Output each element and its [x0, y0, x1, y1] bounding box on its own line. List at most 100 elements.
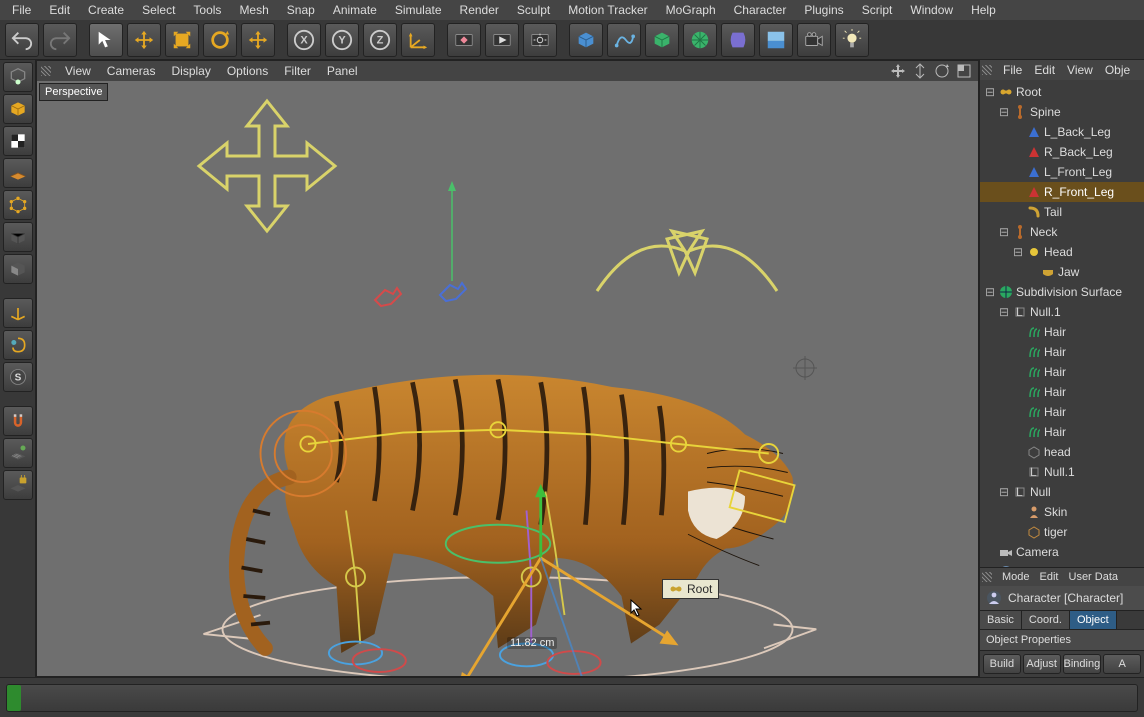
- menu-file[interactable]: File: [4, 1, 39, 19]
- expand-toggle[interactable]: ⊟: [984, 285, 996, 299]
- tree-item-neck[interactable]: ⊟Neck: [980, 222, 1144, 242]
- menu-render[interactable]: Render: [452, 1, 507, 19]
- undo-button[interactable]: [5, 23, 39, 57]
- menu-animate[interactable]: Animate: [325, 1, 385, 19]
- menu-plugins[interactable]: Plugins: [796, 1, 851, 19]
- locked-workplane-button[interactable]: [3, 470, 33, 500]
- menu-window[interactable]: Window: [902, 1, 961, 19]
- viewport-menu-filter[interactable]: Filter: [276, 62, 319, 80]
- attr-button-build[interactable]: Build: [983, 654, 1021, 674]
- subdiv-button[interactable]: [683, 23, 717, 57]
- snap-toggle-button[interactable]: S: [3, 362, 33, 392]
- model-mode-button[interactable]: [3, 94, 33, 124]
- menu-select[interactable]: Select: [134, 1, 183, 19]
- expand-toggle[interactable]: ⊟: [984, 85, 996, 99]
- tree-item-head[interactable]: ⊟Head: [980, 242, 1144, 262]
- attr-button-binding[interactable]: Binding: [1063, 654, 1102, 674]
- redo-button[interactable]: [43, 23, 77, 57]
- timeline-playhead[interactable]: [7, 685, 21, 711]
- axis-button[interactable]: [3, 298, 33, 328]
- tree-item-skin[interactable]: Skin: [980, 502, 1144, 522]
- maximize-view-icon[interactable]: [956, 63, 972, 79]
- head-rotate-controller[interactable]: [577, 221, 797, 331]
- timeline-track[interactable]: [6, 684, 1138, 712]
- orbit-view-icon[interactable]: [934, 63, 950, 79]
- menu-mesh[interactable]: Mesh: [231, 1, 276, 19]
- tree-item-tiger[interactable]: tiger: [980, 522, 1144, 542]
- viewport-solo-button[interactable]: [3, 330, 33, 360]
- tree-item-r_front_leg[interactable]: R_Front_Leg: [980, 182, 1144, 202]
- attr-tab-basic[interactable]: Basic: [980, 611, 1022, 629]
- expand-toggle[interactable]: ⊟: [998, 485, 1010, 499]
- objmgr-menu-obje[interactable]: Obje: [1099, 61, 1136, 79]
- workplane-snap-button[interactable]: [3, 438, 33, 468]
- menu-sculpt[interactable]: Sculpt: [509, 1, 558, 19]
- edge-mode-button[interactable]: [3, 222, 33, 252]
- tree-item-hair[interactable]: Hair: [980, 402, 1144, 422]
- menu-script[interactable]: Script: [854, 1, 901, 19]
- tree-item-camera[interactable]: Camera: [980, 542, 1144, 562]
- tree-item-spine[interactable]: ⊟Spine: [980, 102, 1144, 122]
- menu-mograph[interactable]: MoGraph: [658, 1, 724, 19]
- objmgr-menu-file[interactable]: File: [997, 61, 1028, 79]
- tree-item-hair[interactable]: Hair: [980, 342, 1144, 362]
- drag-handle-icon[interactable]: [41, 66, 51, 76]
- tree-item-hair[interactable]: Hair: [980, 322, 1144, 342]
- tree-item-l_front_leg[interactable]: L_Front_Leg: [980, 162, 1144, 182]
- attr-menu-user-data[interactable]: User Data: [1064, 570, 1124, 584]
- tree-item-r_back_leg[interactable]: R_Back_Leg: [980, 142, 1144, 162]
- attr-tab-object[interactable]: Object: [1070, 611, 1117, 629]
- move-view-icon[interactable]: [890, 63, 906, 79]
- attr-button-adjust[interactable]: Adjust: [1023, 654, 1061, 674]
- generator-button[interactable]: [645, 23, 679, 57]
- deformer-button[interactable]: [721, 23, 755, 57]
- tree-item-subdivision-surface[interactable]: ⊟Subdivision Surface: [980, 282, 1144, 302]
- object-tree[interactable]: ⊟Root⊟SpineL_Back_LegR_Back_LegL_Front_L…: [980, 80, 1144, 567]
- objmgr-menu-view[interactable]: View: [1061, 61, 1099, 79]
- make-editable-button[interactable]: [3, 62, 33, 92]
- tree-item-hair[interactable]: Hair: [980, 382, 1144, 402]
- polygon-mode-button[interactable]: [3, 254, 33, 284]
- viewport-menu-panel[interactable]: Panel: [319, 62, 366, 80]
- menu-motion-tracker[interactable]: Motion Tracker: [560, 1, 655, 19]
- x-axis-lock[interactable]: X: [287, 23, 321, 57]
- expand-toggle[interactable]: ⊟: [998, 225, 1010, 239]
- tree-item-hair[interactable]: Hair: [980, 422, 1144, 442]
- tree-item-l_back_leg[interactable]: L_Back_Leg: [980, 122, 1144, 142]
- move-tool[interactable]: [127, 23, 161, 57]
- zoom-view-icon[interactable]: [912, 63, 928, 79]
- spline-button[interactable]: [607, 23, 641, 57]
- viewport-menu-display[interactable]: Display: [163, 62, 218, 80]
- last-tool[interactable]: [241, 23, 275, 57]
- 3d-viewport[interactable]: Perspective: [37, 81, 978, 676]
- tree-item-null[interactable]: ⊟LNull: [980, 482, 1144, 502]
- scale-tool[interactable]: [165, 23, 199, 57]
- point-mode-button[interactable]: [3, 190, 33, 220]
- environment-button[interactable]: [759, 23, 793, 57]
- tree-item-head[interactable]: head: [980, 442, 1144, 462]
- menu-create[interactable]: Create: [80, 1, 132, 19]
- viewport-menu-cameras[interactable]: Cameras: [99, 62, 164, 80]
- expand-toggle[interactable]: ⊟: [998, 105, 1010, 119]
- menu-snap[interactable]: Snap: [279, 1, 323, 19]
- drag-handle-icon[interactable]: [982, 572, 992, 582]
- menu-tools[interactable]: Tools: [185, 1, 229, 19]
- camera-button[interactable]: [797, 23, 831, 57]
- z-axis-lock[interactable]: Z: [363, 23, 397, 57]
- coord-system-button[interactable]: [401, 23, 435, 57]
- attr-menu-edit[interactable]: Edit: [1035, 570, 1064, 584]
- tree-item-null-1[interactable]: ⊟LNull.1: [980, 302, 1144, 322]
- expand-toggle[interactable]: ⊟: [1012, 245, 1024, 259]
- tree-item-root[interactable]: ⊟Root: [980, 82, 1144, 102]
- tree-item-hair[interactable]: Hair: [980, 362, 1144, 382]
- workplane-button[interactable]: [3, 158, 33, 188]
- menu-edit[interactable]: Edit: [41, 1, 78, 19]
- drag-handle-icon[interactable]: [982, 65, 992, 75]
- render-settings-button[interactable]: [523, 23, 557, 57]
- y-axis-lock[interactable]: Y: [325, 23, 359, 57]
- menu-character[interactable]: Character: [726, 1, 795, 19]
- viewport-menu-view[interactable]: View: [57, 62, 99, 80]
- objmgr-menu-edit[interactable]: Edit: [1028, 61, 1061, 79]
- live-select-tool[interactable]: [89, 23, 123, 57]
- expand-toggle[interactable]: ⊟: [998, 305, 1010, 319]
